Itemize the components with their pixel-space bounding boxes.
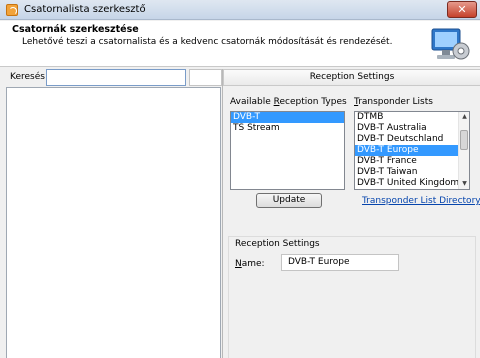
transponder-list-item[interactable]: DTMB bbox=[355, 112, 469, 123]
panel-header: Reception Settings bbox=[223, 69, 480, 86]
transponder-list-item[interactable]: DVB-T Australia bbox=[355, 123, 469, 134]
close-icon: ✕ bbox=[457, 3, 467, 16]
search-bar: Keresés bbox=[4, 69, 222, 87]
monitor-settings-icon bbox=[431, 28, 470, 60]
transponder-list-item[interactable]: DVB-T Taiwan bbox=[355, 167, 469, 178]
scroll-up-icon[interactable]: ▲ bbox=[459, 112, 469, 122]
scroll-down-icon[interactable]: ▼ bbox=[459, 179, 469, 189]
rss-app-icon bbox=[6, 4, 18, 16]
close-button[interactable]: ✕ bbox=[447, 1, 477, 18]
available-reception-types-label: Available Reception Types bbox=[230, 97, 347, 107]
transponder-list-item[interactable]: DVB-T United Kingdom bbox=[355, 178, 469, 189]
reception-settings-panel: Reception Settings Available Reception T… bbox=[222, 69, 480, 358]
name-field[interactable]: DVB-T Europe bbox=[281, 254, 399, 271]
available-reception-types-list[interactable]: DVB-T TS Stream bbox=[230, 111, 345, 190]
reception-type-item[interactable]: TS Stream bbox=[231, 123, 344, 134]
reception-settings-group: Reception Settings Name: DVB-T Europe bbox=[228, 236, 476, 358]
page-header: Csatornák szerkesztése Lehetővé teszi a … bbox=[0, 21, 480, 67]
search-label: Keresés bbox=[10, 72, 45, 82]
scroll-thumb[interactable] bbox=[460, 130, 468, 150]
transponder-list-item[interactable]: DVB-T Deutschland bbox=[355, 134, 469, 145]
transponder-items: DTMB DVB-T Australia DVB-T Deutschland DVB-… bbox=[355, 112, 469, 189]
scrollbar[interactable]: ▲ ▼ bbox=[458, 112, 469, 189]
group-title: Reception Settings bbox=[235, 239, 320, 249]
search-filter-field[interactable] bbox=[189, 69, 222, 86]
transponder-list-directory-link[interactable]: Transponder List Directory bbox=[362, 196, 480, 206]
window-title: Csatornalista szerkesztő bbox=[24, 4, 146, 15]
transponder-lists-label: Transponder Lists bbox=[354, 97, 433, 107]
channel-list[interactable] bbox=[6, 87, 221, 358]
transponder-list-item[interactable]: DVB-T France bbox=[355, 156, 469, 167]
channel-list-editor-window: Csatornalista szerkesztő ✕ Csatornák sze… bbox=[0, 0, 480, 358]
page-description: Lehetővé teszi a csatornalista és a kedv… bbox=[22, 37, 393, 47]
name-label: Name: bbox=[235, 259, 265, 269]
reception-type-item[interactable]: DVB-T bbox=[231, 112, 344, 123]
page-title: Csatornák szerkesztése bbox=[12, 24, 139, 35]
search-input[interactable] bbox=[46, 69, 186, 86]
title-bar[interactable]: Csatornalista szerkesztő ✕ bbox=[0, 0, 480, 20]
transponder-list-item[interactable]: DVB-T Europe bbox=[355, 145, 469, 156]
transponder-lists-list[interactable]: DTMB DVB-T Australia DVB-T Deutschland DVB-… bbox=[354, 111, 470, 190]
update-button[interactable]: Update bbox=[256, 193, 322, 208]
